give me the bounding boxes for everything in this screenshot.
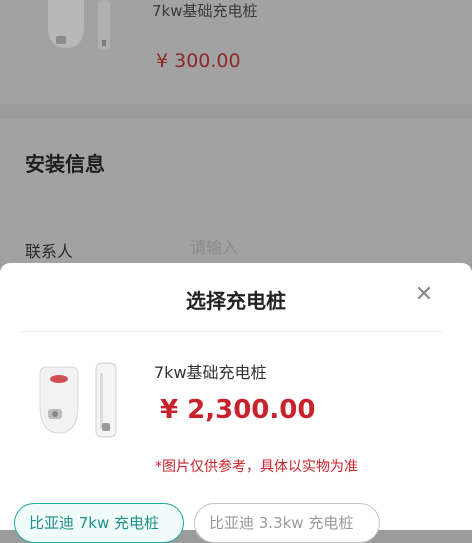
install-info-title: 安装信息 <box>25 152 105 176</box>
install-info-section: 安装信息 联系人 <box>0 118 472 263</box>
sheet-title: 选择充电桩 <box>186 289 286 313</box>
charger-select-sheet: 选择充电桩 ✕ 7kw基础充电桩 ¥ 2,300.00 *图片仅供参考，具体以实… <box>0 263 472 543</box>
background-product-name: 7kw基础充电桩 <box>152 2 258 20</box>
image-disclaimer: *图片仅供参考，具体以实物为准 <box>155 459 358 475</box>
contact-label: 联系人 <box>25 242 74 261</box>
contact-input[interactable] <box>190 238 390 257</box>
charger-image <box>39 362 117 438</box>
product-price: ¥ 2,300.00 <box>160 395 316 425</box>
option-byd-3-3kw[interactable]: 比亚迪 3.3kw 充电桩 <box>194 503 380 543</box>
background-product-price: ¥ 300.00 <box>156 50 241 72</box>
background-charger-image <box>48 0 110 50</box>
product-name: 7kw基础充电桩 <box>154 363 267 382</box>
option-byd-7kw[interactable]: 比亚迪 7kw 充电桩 <box>14 503 184 543</box>
close-icon[interactable]: ✕ <box>412 283 436 307</box>
divider <box>20 331 442 332</box>
background-product-card: 7kw基础充电桩 ¥ 300.00 <box>0 0 472 104</box>
